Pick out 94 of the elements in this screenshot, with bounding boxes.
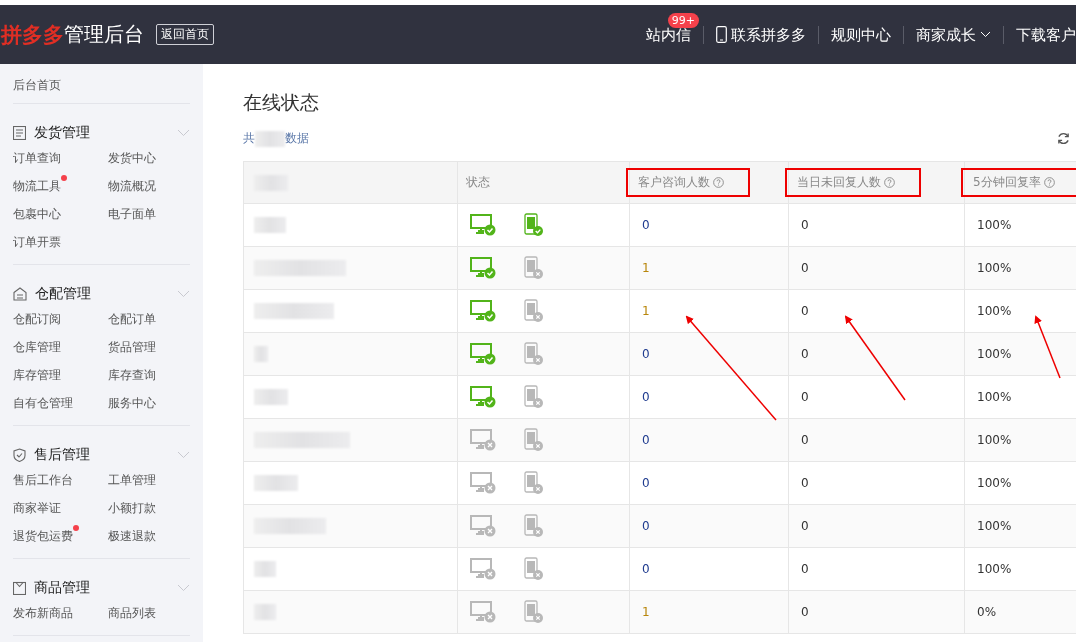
blurred-name xyxy=(254,389,288,405)
sidebar-item[interactable]: 商家举证 xyxy=(13,500,61,516)
sidebar-home-link[interactable]: 后台首页 xyxy=(13,64,190,104)
column-header: 客户咨询人数 xyxy=(626,168,750,197)
nav-link[interactable]: 联系拼多多 xyxy=(703,25,818,44)
shield-icon xyxy=(13,448,26,462)
table-cell: 100% xyxy=(977,519,1012,533)
nav-link[interactable]: 下载客户 xyxy=(1003,25,1076,44)
sidebar-item[interactable]: 物流概况 xyxy=(108,178,156,194)
table-cell: 100% xyxy=(977,218,1012,232)
chevron-down-icon[interactable] xyxy=(177,129,190,137)
table-cell: 1 xyxy=(642,261,650,275)
document-icon xyxy=(13,126,26,140)
table-cell: 100% xyxy=(977,476,1012,490)
help-icon[interactable] xyxy=(884,177,895,188)
table-cell: 0 xyxy=(642,390,650,404)
sidebar-item[interactable]: 极速退款 xyxy=(108,528,156,544)
home-button[interactable]: 返回首页 xyxy=(156,24,214,45)
table-cell: 0 xyxy=(801,304,809,318)
nav-link[interactable]: 商家成长 xyxy=(903,25,1003,44)
total-label: 共 xyxy=(243,130,255,147)
phone-icon xyxy=(716,26,727,43)
section-title[interactable]: 仓配管理 xyxy=(35,285,91,303)
sidebar-item[interactable]: 物流工具 xyxy=(13,178,61,194)
count-badge: 99+ xyxy=(667,12,699,28)
admin-title: 管理后台 xyxy=(64,21,144,48)
bag-icon xyxy=(13,581,26,595)
table-cell: 100% xyxy=(977,347,1012,361)
table-cell: 0 xyxy=(801,605,809,619)
table-cell: 0 xyxy=(642,476,650,490)
annotation-arrow xyxy=(1034,315,1061,379)
total-label: 数据 xyxy=(285,130,309,147)
section-title[interactable]: 发货管理 xyxy=(34,124,90,142)
table-cell: 0 xyxy=(801,433,809,447)
table-cell: 100% xyxy=(977,433,1012,447)
table-cell: 100% xyxy=(977,261,1012,275)
sidebar-item[interactable]: 库存管理 xyxy=(13,367,61,383)
table-cell: 100% xyxy=(977,304,1012,318)
chevron-down-icon[interactable] xyxy=(177,451,190,459)
refresh-icon[interactable] xyxy=(1057,132,1070,145)
sidebar-item[interactable]: 小额打款 xyxy=(108,500,156,516)
sidebar-item[interactable]: 退货包运费 xyxy=(13,528,73,544)
table-cell: 0 xyxy=(801,218,809,232)
chevron-down-icon xyxy=(980,31,991,38)
table-cell: 0 xyxy=(642,347,650,361)
sidebar-item[interactable]: 自有仓管理 xyxy=(13,395,73,411)
sidebar-item[interactable]: 商品列表 xyxy=(108,605,156,621)
sidebar-item[interactable]: 订单开票 xyxy=(13,234,61,250)
column-header: 状态 xyxy=(465,174,491,191)
blurred-name xyxy=(254,475,298,491)
nav-link[interactable]: 规则中心 xyxy=(818,25,903,44)
sidebar-item[interactable]: 仓库管理 xyxy=(13,339,61,355)
table-cell: 0 xyxy=(642,519,650,533)
sidebar-item[interactable]: 订单查询 xyxy=(13,150,61,166)
sidebar-item[interactable]: 服务中心 xyxy=(108,395,156,411)
section-title[interactable]: 售后管理 xyxy=(34,446,90,464)
table-cell: 0 xyxy=(801,347,809,361)
blurred-count xyxy=(255,130,285,147)
blurred-name xyxy=(254,518,326,534)
house-icon xyxy=(13,287,27,301)
table-cell: 0% xyxy=(977,605,997,619)
column-header: 当日未回复人数 xyxy=(785,168,921,197)
table-cell: 0 xyxy=(801,519,809,533)
table-cell: 0 xyxy=(801,261,809,275)
help-icon[interactable] xyxy=(1043,177,1055,188)
sidebar-item[interactable]: 货品管理 xyxy=(108,339,156,355)
sidebar-item[interactable]: 售后工作台 xyxy=(13,472,73,488)
chevron-down-icon[interactable] xyxy=(177,584,190,592)
sidebar-item[interactable]: 仓配订单 xyxy=(108,311,156,327)
section-title[interactable]: 商品管理 xyxy=(34,579,90,597)
blurred-name xyxy=(254,561,276,577)
sidebar-item[interactable]: 仓配订阅 xyxy=(13,311,61,327)
table-cell: 0 xyxy=(801,390,809,404)
help-icon[interactable] xyxy=(713,177,724,188)
page-title: 在线状态 xyxy=(243,90,320,115)
sidebar-item[interactable]: 包裹中心 xyxy=(13,206,61,222)
sidebar-item[interactable]: 库存查询 xyxy=(108,367,156,383)
table-cell: 0 xyxy=(801,562,809,576)
sidebar-item[interactable]: 电子面单 xyxy=(108,206,156,222)
chevron-down-icon[interactable] xyxy=(177,290,190,298)
column-header: 5分钟回复率 xyxy=(961,168,1076,197)
table-cell: 0 xyxy=(642,218,650,232)
table-cell: 0 xyxy=(801,476,809,490)
table-cell: 100% xyxy=(977,562,1012,576)
blurred-name xyxy=(254,217,286,233)
sidebar-item[interactable]: 工单管理 xyxy=(108,472,156,488)
table-cell: 100% xyxy=(977,390,1012,404)
sidebar-item[interactable]: 发货中心 xyxy=(108,150,156,166)
nav-link[interactable]: 站内信 xyxy=(634,25,703,44)
table-cell: 0 xyxy=(642,562,650,576)
sidebar-item[interactable]: 发布新商品 xyxy=(13,605,73,621)
table-cell: 0 xyxy=(642,433,650,447)
table-cell: 1 xyxy=(642,304,650,318)
table-cell: 1 xyxy=(642,605,650,619)
